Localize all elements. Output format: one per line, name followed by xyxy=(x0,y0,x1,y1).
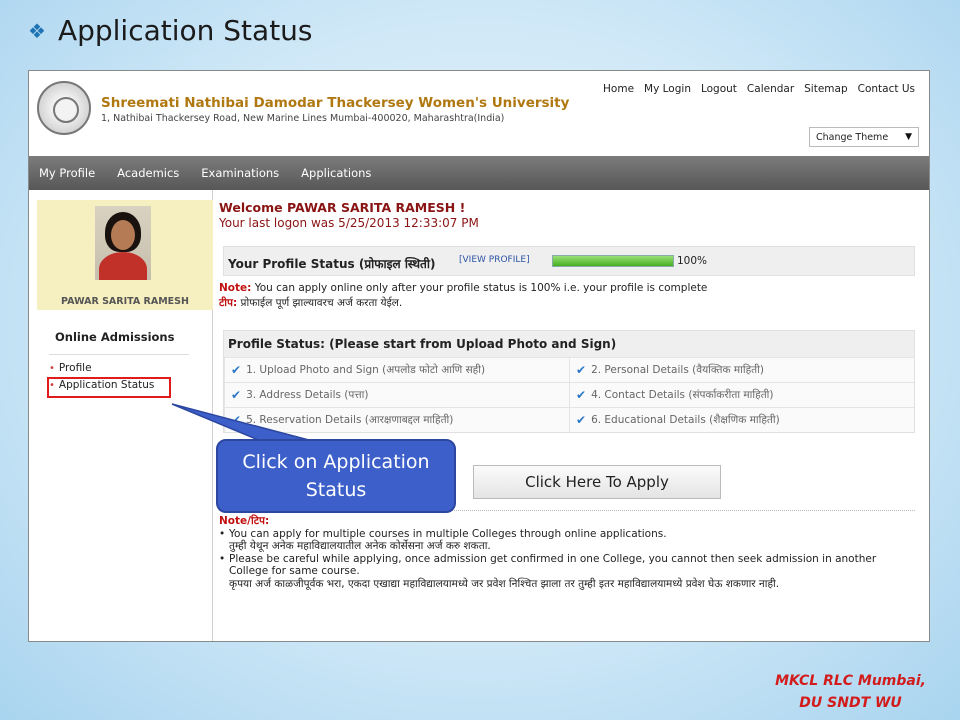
footer-credit: MKCL RLC Mumbai, DU SNDT WU xyxy=(775,670,926,714)
tip-label: टीप: xyxy=(219,297,238,309)
nav-my-profile[interactable]: My Profile xyxy=(39,166,95,180)
screenshot-frame: Shreemati Nathibai Damodar Thackersey Wo… xyxy=(28,70,930,642)
check-icon: ✔ xyxy=(576,363,587,377)
link-calendar[interactable]: Calendar xyxy=(747,83,794,95)
online-admissions-title: Online Admissions xyxy=(55,330,175,344)
step-personal-details[interactable]: ✔ 2. Personal Details (वैयक्तिक माहिती) xyxy=(569,357,914,382)
university-logo-icon xyxy=(37,81,91,135)
diamond-bullet-icon: ❖ xyxy=(28,18,46,43)
sidebar-item-profile[interactable]: • Profile xyxy=(49,362,92,374)
profile-steps-grid: ✔ 1. Upload Photo and Sign (अपलोड फोटो आण… xyxy=(224,357,914,432)
bottom-note-title: Note/टिप: xyxy=(219,515,270,527)
footer-line-1: MKCL RLC Mumbai, xyxy=(775,673,926,689)
student-name: PAWAR SARITA RAMESH xyxy=(61,296,189,307)
step-upload-photo[interactable]: ✔ 1. Upload Photo and Sign (अपलोड फोटो आण… xyxy=(224,357,569,382)
progress-fill xyxy=(553,256,673,266)
link-contact-us[interactable]: Contact Us xyxy=(858,83,915,95)
bottom-note-item: Please be careful while applying, once a… xyxy=(219,553,909,591)
check-icon: ✔ xyxy=(576,413,587,427)
top-links: Home My Login Logout Calendar Sitemap Co… xyxy=(603,83,915,95)
student-photo xyxy=(95,206,151,280)
profile-note: Note: You can apply online only after yo… xyxy=(219,282,707,294)
change-theme-select[interactable]: Change Theme ▼ xyxy=(809,127,919,147)
link-sitemap[interactable]: Sitemap xyxy=(804,83,848,95)
profile-progress-bar xyxy=(552,255,674,267)
callout-box: Click on Application Status xyxy=(216,439,456,513)
footer-line-2: DU SNDT WU xyxy=(799,695,902,711)
sidebar-item-label: Profile xyxy=(58,362,92,374)
step-contact-details[interactable]: ✔ 4. Contact Details (संपर्काकरीता माहिती… xyxy=(569,382,914,407)
profile-status-title: Your Profile Status (प्रोफाइल स्थिती) xyxy=(228,257,436,271)
bottom-note-item: You can apply for multiple courses in mu… xyxy=(219,528,909,553)
university-name: Shreemati Nathibai Damodar Thackersey Wo… xyxy=(101,95,570,111)
nav-applications[interactable]: Applications xyxy=(301,166,371,180)
main-content: Welcome PAWAR SARITA RAMESH ! Your last … xyxy=(213,190,929,641)
check-icon: ✔ xyxy=(576,388,587,402)
step-address-details[interactable]: ✔ 3. Address Details (पत्ता) xyxy=(224,382,569,407)
check-icon: ✔ xyxy=(231,363,242,377)
view-profile-link[interactable]: [VIEW PROFILE] xyxy=(459,255,530,265)
profile-steps-header: Profile Status: (Please start from Uploa… xyxy=(228,337,617,351)
content-area: PAWAR SARITA RAMESH Online Admissions • … xyxy=(29,190,929,641)
university-address: 1, Nathibai Thackersey Road, New Marine … xyxy=(101,113,505,124)
slide-title-text: Application Status xyxy=(57,14,313,47)
profile-status-panel: Your Profile Status (प्रोफाइल स्थिती) [V… xyxy=(223,246,915,276)
link-logout[interactable]: Logout xyxy=(701,83,737,95)
change-theme-label: Change Theme xyxy=(816,131,889,143)
callout-line-2: Status xyxy=(305,479,367,501)
dropdown-caret-icon: ▼ xyxy=(905,132,912,142)
divider xyxy=(49,354,189,355)
check-icon: ✔ xyxy=(231,388,242,402)
step-reservation-details[interactable]: ✔ 5. Reservation Details (आरक्षणाबद्दल मा… xyxy=(224,407,569,432)
callout-line-1: Click on Application xyxy=(242,451,430,473)
nav-examinations[interactable]: Examinations xyxy=(201,166,279,180)
click-here-to-apply-button[interactable]: Click Here To Apply xyxy=(473,465,721,499)
profile-steps-panel: Profile Status: (Please start from Uploa… xyxy=(223,330,915,433)
note-label: Note: xyxy=(219,282,252,294)
highlight-box xyxy=(47,377,171,398)
tip-text: प्रोफाईल पूर्ण झाल्यावरच अर्ज करता येईल. xyxy=(240,297,403,309)
university-header: Shreemati Nathibai Damodar Thackersey Wo… xyxy=(29,71,929,156)
profile-tip: टीप: प्रोफाईल पूर्ण झाल्यावरच अर्ज करता … xyxy=(219,296,402,310)
note-text: You can apply online only after your pro… xyxy=(254,282,708,294)
welcome-text: Welcome PAWAR SARITA RAMESH ! xyxy=(219,200,466,215)
sidebar: PAWAR SARITA RAMESH Online Admissions • … xyxy=(29,190,213,641)
progress-text: 100% xyxy=(677,255,708,267)
link-my-login[interactable]: My Login xyxy=(644,83,691,95)
bullet-icon: • xyxy=(49,362,55,374)
bottom-note: Note/टिप: You can apply for multiple cou… xyxy=(219,515,909,590)
main-nav: My Profile Academics Examinations Applic… xyxy=(29,156,929,190)
last-logon-text: Your last logon was 5/25/2013 12:33:07 P… xyxy=(219,216,479,230)
link-home[interactable]: Home xyxy=(603,83,634,95)
profile-card: PAWAR SARITA RAMESH xyxy=(37,200,213,310)
step-educational-details[interactable]: ✔ 6. Educational Details (शैक्षणिक माहिती… xyxy=(569,407,914,432)
nav-academics[interactable]: Academics xyxy=(117,166,179,180)
slide-title: ❖ Application Status xyxy=(28,14,313,47)
check-icon: ✔ xyxy=(231,413,242,427)
